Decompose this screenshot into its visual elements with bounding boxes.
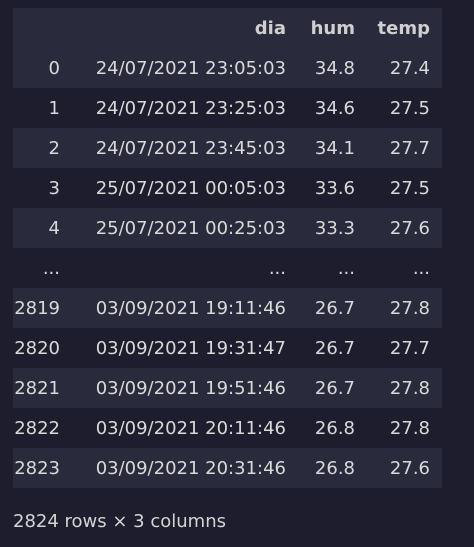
cell-hum: 33.3 — [314, 217, 355, 239]
row-index: 2822 — [14, 417, 60, 439]
table-row: 2822 03/09/2021 20:11:46 26.8 27.8 — [13, 408, 442, 448]
cell-hum: 26.7 — [314, 297, 355, 319]
header-row: dia hum temp — [13, 8, 442, 48]
row-index: 2823 — [14, 457, 60, 479]
table-row: 0 24/07/2021 23:05:03 34.8 27.4 — [13, 48, 442, 88]
table-row: 2 24/07/2021 23:45:03 34.1 27.7 — [13, 128, 442, 168]
cell-temp: 27.8 — [389, 377, 430, 399]
cell-hum: 26.8 — [314, 457, 355, 479]
cell-hum: 34.1 — [314, 137, 355, 159]
table-row: 2819 03/09/2021 19:11:46 26.7 27.8 — [13, 288, 442, 328]
table-row: 2823 03/09/2021 20:31:46 26.8 27.6 — [13, 448, 442, 488]
cell-dia: 03/09/2021 20:31:46 — [95, 457, 286, 479]
row-index: 2821 — [14, 377, 60, 399]
cell-temp: 27.6 — [389, 457, 430, 479]
cell-hum: 33.6 — [314, 177, 355, 199]
row-index: ... — [42, 257, 60, 279]
row-index: 2820 — [14, 337, 60, 359]
cell-dia: 03/09/2021 19:51:46 — [95, 377, 286, 399]
row-index: 2 — [48, 137, 60, 159]
cell-temp: 27.7 — [389, 137, 430, 159]
table-row: 2820 03/09/2021 19:31:47 26.7 27.7 — [13, 328, 442, 368]
cell-hum: 26.7 — [314, 377, 355, 399]
row-index: 1 — [48, 97, 60, 119]
row-index: 4 — [48, 217, 60, 239]
cell-dia: 03/09/2021 20:11:46 — [95, 417, 286, 439]
cell-dia: 25/07/2021 00:25:03 — [95, 217, 286, 239]
dataframe-shape-summary: 2824 rows × 3 columns — [13, 511, 226, 532]
cell-dia: 24/07/2021 23:45:03 — [95, 137, 286, 159]
column-header-dia: dia — [254, 17, 286, 39]
cell-temp: 27.7 — [389, 337, 430, 359]
table-row: 4 25/07/2021 00:25:03 33.3 27.6 — [13, 208, 442, 248]
cell-temp: ... — [412, 257, 430, 279]
cell-temp: 27.8 — [389, 417, 430, 439]
column-header-temp: temp — [377, 17, 430, 39]
cell-dia: ... — [268, 257, 286, 279]
table-row: 3 25/07/2021 00:05:03 33.6 27.5 — [13, 168, 442, 208]
row-index: 3 — [48, 177, 60, 199]
cell-temp: 27.5 — [389, 177, 430, 199]
cell-hum: 34.6 — [314, 97, 355, 119]
cell-hum: 26.7 — [314, 337, 355, 359]
cell-temp: 27.5 — [389, 97, 430, 119]
cell-hum: ... — [337, 257, 355, 279]
table-row: 1 24/07/2021 23:25:03 34.6 27.5 — [13, 88, 442, 128]
cell-temp: 27.8 — [389, 297, 430, 319]
index-header — [13, 8, 72, 48]
cell-hum: 26.8 — [314, 417, 355, 439]
table-row: 2821 03/09/2021 19:51:46 26.7 27.8 — [13, 368, 442, 408]
cell-hum: 34.8 — [314, 57, 355, 79]
cell-dia: 25/07/2021 00:05:03 — [95, 177, 286, 199]
cell-dia: 03/09/2021 19:11:46 — [95, 297, 286, 319]
cell-dia: 24/07/2021 23:25:03 — [95, 97, 286, 119]
cell-dia: 03/09/2021 19:31:47 — [95, 337, 286, 359]
dataframe-output: dia hum temp 0 24/07/2021 23:05:03 34.8 … — [0, 0, 474, 547]
cell-dia: 24/07/2021 23:05:03 — [95, 57, 286, 79]
row-index: 2819 — [14, 297, 60, 319]
dataframe-table: dia hum temp 0 24/07/2021 23:05:03 34.8 … — [13, 8, 442, 488]
cell-temp: 27.6 — [389, 217, 430, 239]
column-header-hum: hum — [310, 17, 355, 39]
row-index: 0 — [48, 57, 60, 79]
ellipsis-row: ... ... ... ... — [13, 248, 442, 288]
cell-temp: 27.4 — [389, 57, 430, 79]
